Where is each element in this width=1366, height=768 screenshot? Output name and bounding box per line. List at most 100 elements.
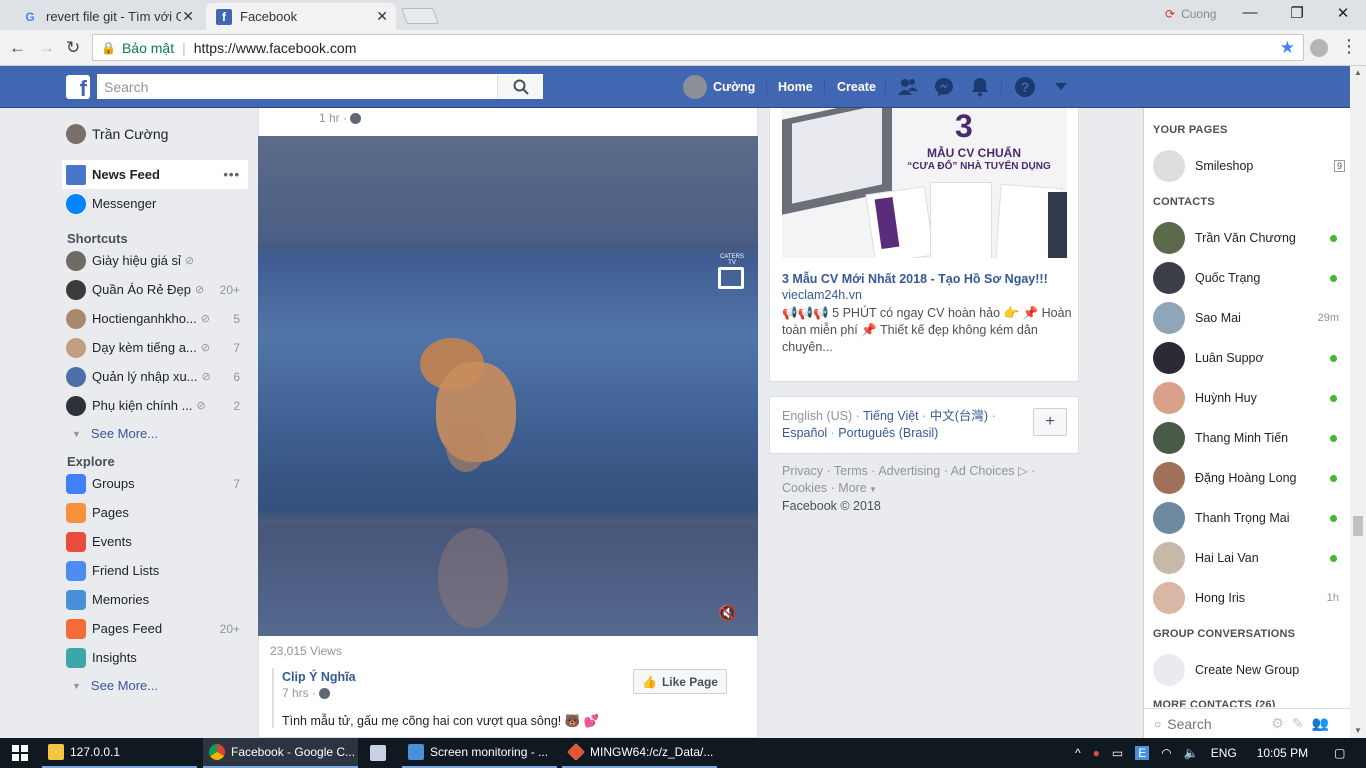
profile-link[interactable]: Cường	[683, 66, 755, 108]
reload-icon[interactable]: ↻	[66, 38, 80, 58]
explore-item[interactable]: Pages	[62, 498, 248, 527]
see-more-link[interactable]: ▼ See More...	[62, 672, 248, 699]
post-time[interactable]: 1 hr ·	[319, 111, 347, 125]
news-feed-item[interactable]: News Feed •••	[62, 160, 248, 189]
contact-row[interactable]: Đặng Hoàng Long	[1144, 458, 1351, 498]
footer-link[interactable]: Privacy	[782, 464, 823, 478]
extension-icon[interactable]	[1310, 39, 1328, 57]
contact-row[interactable]: Huỳnh Huy	[1144, 378, 1351, 418]
shortcut-item[interactable]: Dạy kèm tiếng a... ⊘ 7	[62, 333, 248, 362]
back-icon[interactable]: ←	[9, 38, 26, 58]
contact-row[interactable]: Hai Lai Van	[1144, 538, 1351, 578]
mute-icon[interactable]: 🔇	[718, 604, 737, 622]
taskbar-item[interactable]: Screen monitoring - ...	[402, 738, 557, 768]
profile-shortcut[interactable]: Trần Cường	[62, 108, 248, 160]
explore-item[interactable]: Groups 7	[62, 469, 248, 498]
add-language-button[interactable]: +	[1033, 408, 1067, 436]
gear-icon[interactable]: ⚙	[1271, 715, 1284, 732]
more-dots-icon[interactable]: •••	[223, 167, 240, 182]
shortcut-item[interactable]: Hoctienganhkho... ⊘ 5	[62, 304, 248, 333]
chat-search-input[interactable]	[1167, 715, 1268, 732]
help-icon[interactable]: ?	[1014, 77, 1036, 97]
windows-start-icon[interactable]	[6, 738, 36, 768]
forward-icon[interactable]: →	[38, 38, 55, 58]
ad-domain[interactable]: vieclam24h.vn	[782, 288, 862, 302]
taskbar-item-active[interactable]: Facebook - Google C...	[203, 738, 358, 768]
chevron-up-icon[interactable]: ^	[1075, 746, 1081, 760]
new-tab-button[interactable]	[401, 8, 439, 24]
profile-button[interactable]: ⟳ Cuong	[1165, 7, 1216, 21]
messenger-item[interactable]: Messenger	[62, 189, 248, 218]
search-icon[interactable]	[497, 74, 543, 99]
contact-row[interactable]: Thang Minh Tiến	[1144, 418, 1351, 458]
scroll-down-icon[interactable]: ▼	[1354, 726, 1362, 735]
browser-tab-active[interactable]: f Facebook ✕	[206, 3, 396, 30]
scrollbar-thumb[interactable]	[1353, 516, 1363, 536]
shortcut-item[interactable]: Phụ kiện chính ... ⊘ 2	[62, 391, 248, 420]
menu-kebab-icon[interactable]: ⋮	[1340, 36, 1358, 57]
contact-row[interactable]: Sao Mai 29m	[1144, 298, 1351, 338]
like-page-button[interactable]: 👍 Like Page	[633, 669, 727, 694]
explore-item[interactable]: Events	[62, 527, 248, 556]
messenger-icon[interactable]	[933, 77, 955, 97]
shortcut-item[interactable]: Giày hiệu giá sỉ ⊘	[62, 246, 248, 275]
new-message-icon[interactable]: ✎	[1292, 715, 1304, 732]
clock[interactable]: 10:05 PM	[1257, 746, 1308, 760]
notifications-icon[interactable]: ▢	[1334, 746, 1345, 760]
friend-requests-icon[interactable]	[897, 77, 919, 97]
page-name-link[interactable]: Clip Ý Nghĩa	[282, 670, 356, 684]
explore-item[interactable]: Memories	[62, 585, 248, 614]
video-player[interactable]: CATERS TV 🔇	[258, 136, 758, 636]
notifications-bell-icon[interactable]	[969, 77, 991, 97]
page-row[interactable]: Smileshop 9	[1144, 146, 1351, 186]
tray-app-icon[interactable]: E	[1135, 746, 1150, 760]
browser-tab[interactable]: G revert file git - Tìm với Gc ✕	[12, 3, 202, 30]
close-tab-icon[interactable]: ✕	[182, 8, 194, 25]
wifi-icon[interactable]: ◠	[1161, 746, 1171, 760]
minimize-icon[interactable]: —	[1240, 4, 1260, 24]
input-language[interactable]: ENG	[1211, 746, 1237, 760]
contact-row[interactable]: Luân Suppơ	[1144, 338, 1351, 378]
create-link[interactable]: Create	[837, 66, 876, 108]
explore-item[interactable]: Pages Feed 20+	[62, 614, 248, 643]
explore-item[interactable]: Friend Lists	[62, 556, 248, 585]
footer-link[interactable]: Terms	[834, 464, 868, 478]
ad-title-link[interactable]: 3 Mẫu CV Mới Nhất 2018 - Tạo Hồ Sơ Ngay!…	[782, 272, 1048, 286]
contact-row[interactable]: Quốc Trạng	[1144, 258, 1351, 298]
ad-image[interactable]: 3 MẪU CV CHUẨN “CƯA ĐỔ” NHÀ TUYỂN DỤNG	[782, 108, 1067, 258]
battery-icon[interactable]: ▭	[1112, 746, 1123, 760]
tray-app-icon[interactable]: ●	[1093, 746, 1100, 760]
fb-search-input[interactable]	[97, 74, 497, 99]
language-link[interactable]: Español	[782, 426, 827, 440]
account-menu-icon[interactable]	[1050, 77, 1072, 97]
create-group-button[interactable]: Create New Group	[1144, 650, 1351, 690]
home-link[interactable]: Home	[778, 66, 813, 108]
post-time[interactable]: 7 hrs ·	[282, 686, 316, 700]
page-scrollbar[interactable]: ▲ ▼	[1350, 66, 1366, 738]
restore-icon[interactable]: ❐	[1287, 4, 1307, 24]
contact-row[interactable]: Trần Văn Chương	[1144, 218, 1351, 258]
omnibox[interactable]: 🔒 Bảo mật | https://www.facebook.com ★	[92, 34, 1304, 61]
footer-link[interactable]: More	[838, 481, 866, 495]
close-tab-icon[interactable]: ✕	[376, 8, 388, 25]
new-group-icon[interactable]: 👥	[1312, 715, 1329, 732]
taskbar-item[interactable]	[364, 738, 400, 768]
shortcut-item[interactable]: Quản lý nhập xu... ⊘ 6	[62, 362, 248, 391]
language-link[interactable]: Português (Brasil)	[838, 426, 938, 440]
footer-link[interactable]: Ad Choices	[951, 464, 1015, 478]
bookmark-star-icon[interactable]: ★	[1280, 38, 1295, 58]
taskbar-item[interactable]: 127.0.0.1	[42, 738, 197, 768]
explore-item[interactable]: Insights	[62, 643, 248, 672]
see-more-link[interactable]: ▼ See More...	[62, 420, 248, 447]
language-link[interactable]: Tiếng Việt	[863, 409, 919, 423]
volume-icon[interactable]: 🔈	[1184, 746, 1199, 760]
contact-row[interactable]: Thanh Trọng Mai	[1144, 498, 1351, 538]
shortcut-item[interactable]: Quần Áo Rẻ Đẹp ⊘ 20+	[62, 275, 248, 304]
language-link[interactable]: 中文(台灣)	[930, 409, 988, 423]
contact-row[interactable]: Hong Iris 1h	[1144, 578, 1351, 618]
facebook-logo-icon[interactable]: f	[66, 75, 90, 99]
footer-link[interactable]: Cookies	[782, 481, 827, 495]
close-window-icon[interactable]: ✕	[1333, 4, 1353, 24]
footer-link[interactable]: Advertising	[878, 464, 940, 478]
taskbar-item[interactable]: MINGW64:/c/z_Data/...	[562, 738, 717, 768]
